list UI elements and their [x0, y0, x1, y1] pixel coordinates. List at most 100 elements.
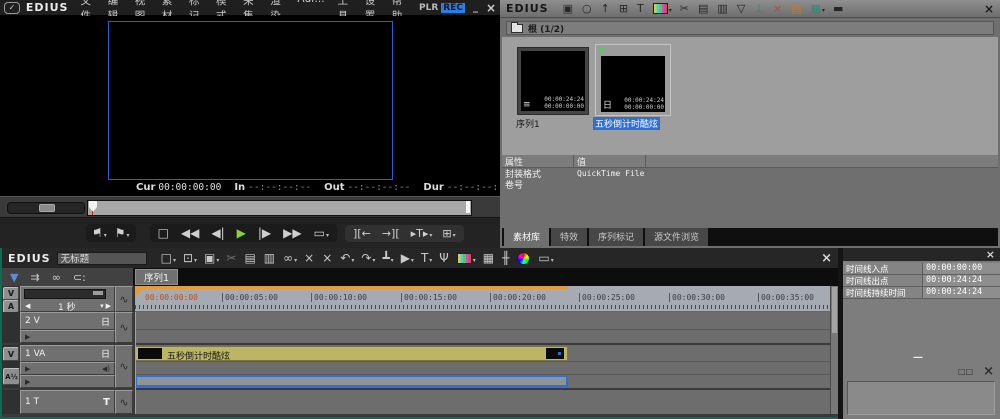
- info-panel-close-button[interactable]: ×: [986, 248, 995, 261]
- bin-clip-countdown[interactable]: 日 00:00:24:24 00:00:00:00: [595, 44, 671, 116]
- clip-label[interactable]: 序列1: [516, 117, 540, 130]
- timeline-vscrollbar[interactable]: [830, 286, 838, 414]
- add-to-timeline-icon[interactable]: ⊥: [754, 3, 765, 14]
- expander-icon[interactable]: ▶: [25, 378, 30, 386]
- position-bar[interactable]: [87, 200, 472, 216]
- voiceover-icon[interactable]: Ψ: [439, 252, 449, 264]
- clip-audio-region[interactable]: [135, 375, 568, 387]
- tab-bin[interactable]: 素材库: [504, 228, 549, 246]
- vector-scope-icon[interactable]: ▦: [483, 252, 495, 264]
- sequence-tab[interactable]: 序列1: [135, 269, 178, 285]
- keyframe-curve-icon[interactable]: ∿: [119, 293, 128, 306]
- minimize-button[interactable]: _: [473, 2, 478, 13]
- view-mode-icon[interactable]: ▦▾: [811, 3, 825, 14]
- va-audio-mute-button[interactable]: A½: [3, 368, 20, 385]
- shuttle-slider-thumb[interactable]: [39, 204, 55, 212]
- filmstrip-icon[interactable]: 日: [101, 347, 110, 360]
- goto-out-point-button[interactable]: →][: [382, 228, 401, 239]
- paste-icon[interactable]: ▥: [717, 3, 728, 14]
- keyframe-curve-icon[interactable]: ∿: [119, 396, 128, 409]
- next-frame-button[interactable]: |▶: [258, 227, 272, 239]
- delete-icon[interactable]: ×: [304, 252, 315, 264]
- timeline-zoom-slider-thumb[interactable]: [93, 291, 103, 295]
- shuttle-slider[interactable]: [7, 202, 85, 214]
- redo-icon[interactable]: ↷▾: [361, 252, 375, 264]
- add-cut-point-icon[interactable]: ┻▾: [382, 252, 393, 264]
- va-video-mute-button[interactable]: V: [3, 347, 19, 361]
- track-1va-content[interactable]: 五秒倒计时酷炫: [135, 345, 830, 362]
- set-in-flag-button[interactable]: ⚑▾: [92, 227, 107, 239]
- panel-delete-button[interactable]: ×: [983, 364, 994, 379]
- create-title-icon[interactable]: T: [637, 3, 645, 14]
- clip-pair-icon[interactable]: □□: [958, 367, 973, 376]
- bin-close-button[interactable]: ×: [984, 2, 994, 16]
- save-project-icon[interactable]: ▣▾: [204, 252, 219, 264]
- project-name-field[interactable]: 无标题: [57, 252, 147, 265]
- expander-icon[interactable]: ▶: [25, 365, 102, 373]
- window-layout-icon[interactable]: ▭▾: [538, 252, 553, 264]
- bin-clip-sequence[interactable]: ≡ 00:00:24:24 00:00:00:00: [517, 47, 589, 115]
- ripple-mode-icon[interactable]: ⇉: [30, 272, 39, 283]
- create-title-icon[interactable]: T▾: [421, 252, 432, 264]
- cut-icon[interactable]: ✂: [680, 3, 690, 14]
- track-1va-sub1-content[interactable]: [135, 362, 830, 375]
- track-1va-sub2-content[interactable]: [135, 375, 830, 388]
- timeline-vscrollbar-thumb[interactable]: [832, 287, 837, 333]
- insert-overwrite-mode-icon[interactable]: ▼: [10, 272, 18, 283]
- paste-icon[interactable]: ▥: [264, 252, 276, 264]
- ripple-delete-icon[interactable]: ×: [322, 252, 333, 264]
- track-2v-sub-content[interactable]: [135, 330, 830, 343]
- timescale-dropdown-icon[interactable]: ▾: [100, 302, 104, 310]
- properties-header-value[interactable]: 值: [574, 155, 646, 167]
- copy-icon[interactable]: ▤: [698, 3, 709, 14]
- timescale-next-icon[interactable]: ▶: [106, 302, 111, 310]
- track-header-2v[interactable]: 2 V 日: [20, 312, 115, 330]
- send-to-player-icon[interactable]: ▽: [737, 3, 746, 14]
- rec-indicator[interactable]: REC: [441, 3, 465, 13]
- fast-forward-button[interactable]: ▶▶: [283, 227, 302, 239]
- cut-icon[interactable]: ✂: [226, 252, 237, 264]
- video-mute-button[interactable]: V: [3, 287, 19, 300]
- new-sequence-icon[interactable]: □▾: [161, 252, 176, 264]
- timescale-prev-icon[interactable]: ◀: [25, 302, 30, 310]
- loop-play-button[interactable]: ▭▾: [314, 227, 329, 239]
- search-icon[interactable]: ○: [582, 3, 593, 14]
- properties-icon[interactable]: ▤: [791, 3, 802, 14]
- up-folder-icon[interactable]: ↑: [601, 3, 611, 14]
- goto-in-point-button[interactable]: ][←: [353, 228, 372, 239]
- speaker-icon[interactable]: ◀): [102, 365, 110, 373]
- filmstrip-icon[interactable]: 日: [101, 315, 110, 328]
- panel-collapse-handle[interactable]: —: [913, 352, 923, 363]
- replace-clip-icon[interactable]: ∞▾: [283, 252, 297, 264]
- bin-breadcrumb[interactable]: 根 (1/2): [506, 21, 994, 35]
- track-header-1t[interactable]: 1 T T: [20, 390, 115, 414]
- group-mode-icon[interactable]: ∞: [52, 272, 61, 283]
- track-2v-content[interactable]: [135, 312, 830, 330]
- add-clip-icon[interactable]: ⊞: [619, 3, 629, 14]
- stop-button[interactable]: □: [158, 227, 170, 239]
- play-around-cursor-button[interactable]: ▸T▸▾: [411, 228, 433, 239]
- keyframe-curve-icon[interactable]: ∿: [119, 321, 128, 334]
- plr-indicator[interactable]: PLR: [419, 3, 438, 13]
- sync-mode-icon[interactable]: ⊂:: [73, 272, 86, 283]
- delete-icon[interactable]: ×: [773, 3, 783, 14]
- expander-icon[interactable]: ▶: [25, 333, 30, 341]
- new-folder-icon[interactable]: ▣: [563, 3, 574, 14]
- open-project-icon[interactable]: ⊡▾: [183, 252, 197, 264]
- timeline-clip-countdown[interactable]: 五秒倒计时酷炫: [135, 346, 568, 361]
- tab-source-browser[interactable]: 源文件浏览: [645, 228, 708, 246]
- tab-effects[interactable]: 特效: [551, 228, 587, 246]
- title-track-icon[interactable]: T: [103, 397, 110, 408]
- colorbars-icon[interactable]: ▾: [653, 3, 672, 14]
- tab-sequence-marker[interactable]: 序列标记: [589, 228, 643, 246]
- keyframe-curve-icon[interactable]: ∿: [119, 360, 128, 373]
- undo-icon[interactable]: ↶▾: [340, 252, 354, 264]
- timeline-playhead-line[interactable]: [135, 312, 136, 414]
- color-correction-icon[interactable]: [517, 252, 531, 265]
- track-header-1va[interactable]: 1 VA 日: [20, 345, 115, 362]
- copy-icon[interactable]: ▤: [244, 252, 256, 264]
- track-1t-content[interactable]: [135, 390, 830, 414]
- playhead-marker[interactable]: [89, 201, 97, 212]
- previous-frame-button[interactable]: ◀|: [211, 227, 225, 239]
- play-button[interactable]: ▶: [237, 227, 247, 239]
